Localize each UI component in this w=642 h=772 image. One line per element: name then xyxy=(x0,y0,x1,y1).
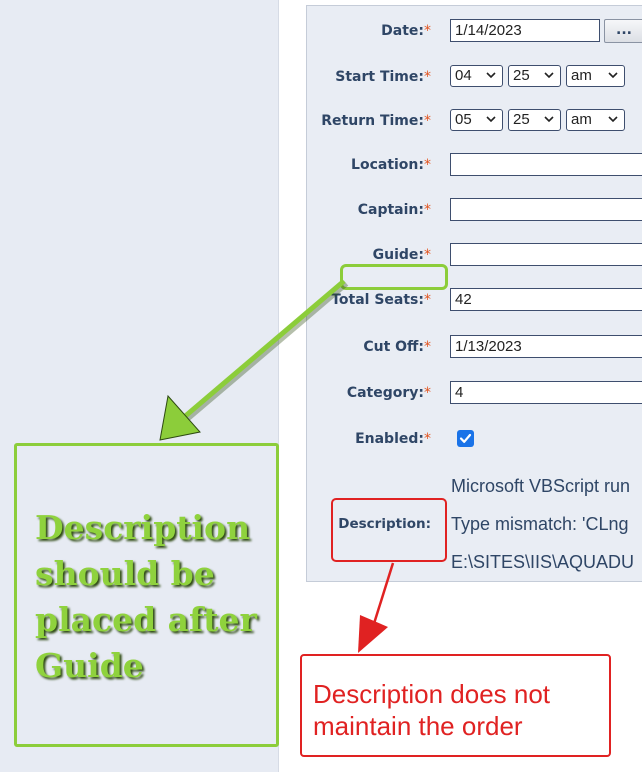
green-arrow-icon xyxy=(159,279,349,441)
red-arrow-icon xyxy=(358,562,395,653)
